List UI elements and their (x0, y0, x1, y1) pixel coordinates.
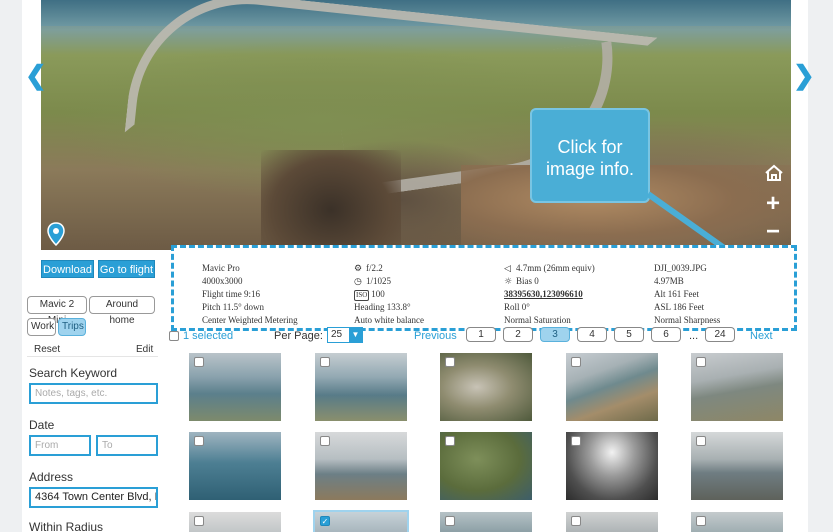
thumbnail-checkbox[interactable] (194, 357, 204, 367)
per-page-select[interactable]: 25 ▼ (327, 327, 363, 343)
home-icon[interactable] (764, 164, 784, 182)
photo-thumbnail[interactable] (691, 512, 783, 532)
thumbnail-checkbox[interactable] (320, 357, 330, 367)
per-page-label: Per Page: (274, 330, 323, 342)
thumbnail-checkbox[interactable] (571, 357, 581, 367)
tag-work[interactable]: Work (27, 318, 56, 336)
select-all-checkbox[interactable] (169, 331, 179, 341)
altitude-asl: ASL 186 Feet (654, 302, 705, 312)
photo-thumbnail[interactable] (440, 512, 532, 532)
exposure-bias: Bias 0 (516, 276, 539, 286)
sharpness: Normal Sharpness (654, 315, 721, 325)
photo-thumbnail[interactable] (189, 432, 281, 500)
thumbnail-checkbox[interactable] (445, 436, 455, 446)
date-from-input[interactable]: From (29, 435, 91, 456)
photo-cliff (261, 150, 401, 250)
image-info-panel[interactable]: Mavic Pro 4000x3000 Flight time 9:16 Pit… (171, 245, 797, 331)
info-column-file: DJI_0039.JPG 4.97MB Alt 161 Feet ASL 186… (654, 262, 720, 327)
image-info-callout: Click for image info. (530, 108, 650, 203)
search-keyword-label: Search Keyword (29, 366, 118, 380)
chevron-down-icon[interactable]: ▼ (349, 328, 362, 342)
info-column-exposure: ⚙ f/2.2 ◷ 1/1025 ISO 100 Heading 133.8° Aut… (354, 262, 424, 327)
go-to-flight-button[interactable]: Go to flight (98, 260, 155, 278)
address-input[interactable]: 4364 Town Center Blvd, E (29, 487, 158, 508)
photo-thumbnail-selected[interactable]: ✓ (313, 510, 409, 532)
focal-length: 4.7mm (26mm equiv) (516, 263, 595, 273)
app-root: ❮ ❯ + − Click for image info. Mavic Pro … (0, 0, 833, 532)
photo-thumbnail[interactable] (691, 353, 783, 421)
address-label: Address (29, 470, 74, 484)
white-balance: Auto white balance (354, 315, 424, 325)
aperture: f/2.2 (366, 263, 383, 273)
tag-trips[interactable]: Trips (58, 318, 86, 336)
resolution: 4000x3000 (202, 276, 243, 286)
radius-label: Within Radius (29, 520, 104, 532)
altitude: Alt 161 Feet (654, 289, 699, 299)
info-column-camera: Mavic Pro 4000x3000 Flight time 9:16 Pit… (202, 262, 298, 327)
chevron-right-icon[interactable]: ❯ (793, 62, 815, 88)
previous-link[interactable]: Previous (414, 330, 457, 342)
tag-mavic-2-mini[interactable]: Mavic 2 Mini (27, 296, 87, 326)
sidebar-divider (27, 356, 158, 357)
map-pin-icon[interactable] (47, 222, 65, 246)
thumbnail-checkbox[interactable] (696, 357, 706, 367)
thumbnail-checkbox-checked[interactable]: ✓ (320, 516, 330, 526)
photo-thumbnail[interactable] (566, 512, 658, 532)
thumbnail-checkbox[interactable] (194, 436, 204, 446)
iso-icon: ISO (354, 290, 370, 301)
tag-around-home[interactable]: Around home (89, 296, 155, 326)
page-last-button[interactable]: 24 (705, 327, 735, 342)
page-2-button[interactable]: 2 (503, 327, 533, 342)
file-name: DJI_0039.JPG (654, 263, 707, 273)
date-to-input[interactable]: To (96, 435, 158, 456)
info-column-lens: ◁ 4.7mm (26mm equiv) ☼ Bias 0 38395630,123… (504, 262, 595, 327)
thumbnail-checkbox[interactable] (320, 436, 330, 446)
thumbnail-checkbox[interactable] (696, 436, 706, 446)
file-size: 4.97MB (654, 276, 684, 286)
callout-line-2: image info. (545, 159, 635, 179)
page-4-button[interactable]: 4 (577, 327, 607, 342)
photo-thumbnail[interactable] (315, 353, 407, 421)
download-button[interactable]: Download (41, 260, 94, 278)
page-6-button[interactable]: 6 (651, 327, 681, 342)
thumbnail-checkbox[interactable] (696, 516, 706, 526)
photo-thumbnail[interactable] (189, 512, 281, 532)
selected-count: 1 selected (183, 330, 234, 342)
shutter-speed: 1/1025 (366, 276, 392, 286)
camera-model: Mavic Pro (202, 263, 240, 273)
roll: Roll 0° (504, 302, 530, 312)
flight-time: Flight time 9:16 (202, 289, 261, 299)
pagination-ellipsis: ... (689, 330, 699, 342)
keyword-input[interactable]: Notes, tags, etc. (29, 383, 158, 404)
thumbnail-checkbox[interactable] (194, 516, 204, 526)
thumbnail-checkbox[interactable] (445, 516, 455, 526)
page-5-button[interactable]: 5 (614, 327, 644, 342)
callout-line-1: Click for (557, 137, 623, 157)
thumbnail-checkbox[interactable] (571, 436, 581, 446)
saturation: Normal Saturation (504, 315, 571, 325)
thumbnail-checkbox[interactable] (571, 516, 581, 526)
photo-thumbnail[interactable] (315, 432, 407, 500)
edit-link[interactable]: Edit (136, 344, 153, 355)
photo-thumbnail[interactable] (566, 432, 658, 500)
gps-coordinates[interactable]: 38395630,123096610 (504, 288, 595, 301)
reset-link[interactable]: Reset (34, 344, 60, 355)
metering: Center Weighted Metering (202, 315, 298, 325)
heading: Heading 133.8° (354, 302, 411, 312)
photo-thumbnail[interactable] (189, 353, 281, 421)
iso-value: 100 (371, 289, 385, 299)
photo-thumbnail[interactable] (440, 432, 532, 500)
thumbnail-checkbox[interactable] (445, 357, 455, 367)
date-label: Date (29, 418, 55, 432)
pitch: Pitch 11.5° down (202, 302, 265, 312)
page-3-button[interactable]: 3 (540, 327, 570, 342)
next-link[interactable]: Next (750, 330, 773, 342)
per-page-value: 25 (331, 329, 343, 340)
page-1-button[interactable]: 1 (466, 327, 496, 342)
chevron-left-icon[interactable]: ❮ (25, 62, 47, 88)
photo-thumbnail[interactable] (566, 353, 658, 421)
photo-thumbnail[interactable] (440, 353, 532, 421)
photo-thumbnail[interactable] (691, 432, 783, 500)
